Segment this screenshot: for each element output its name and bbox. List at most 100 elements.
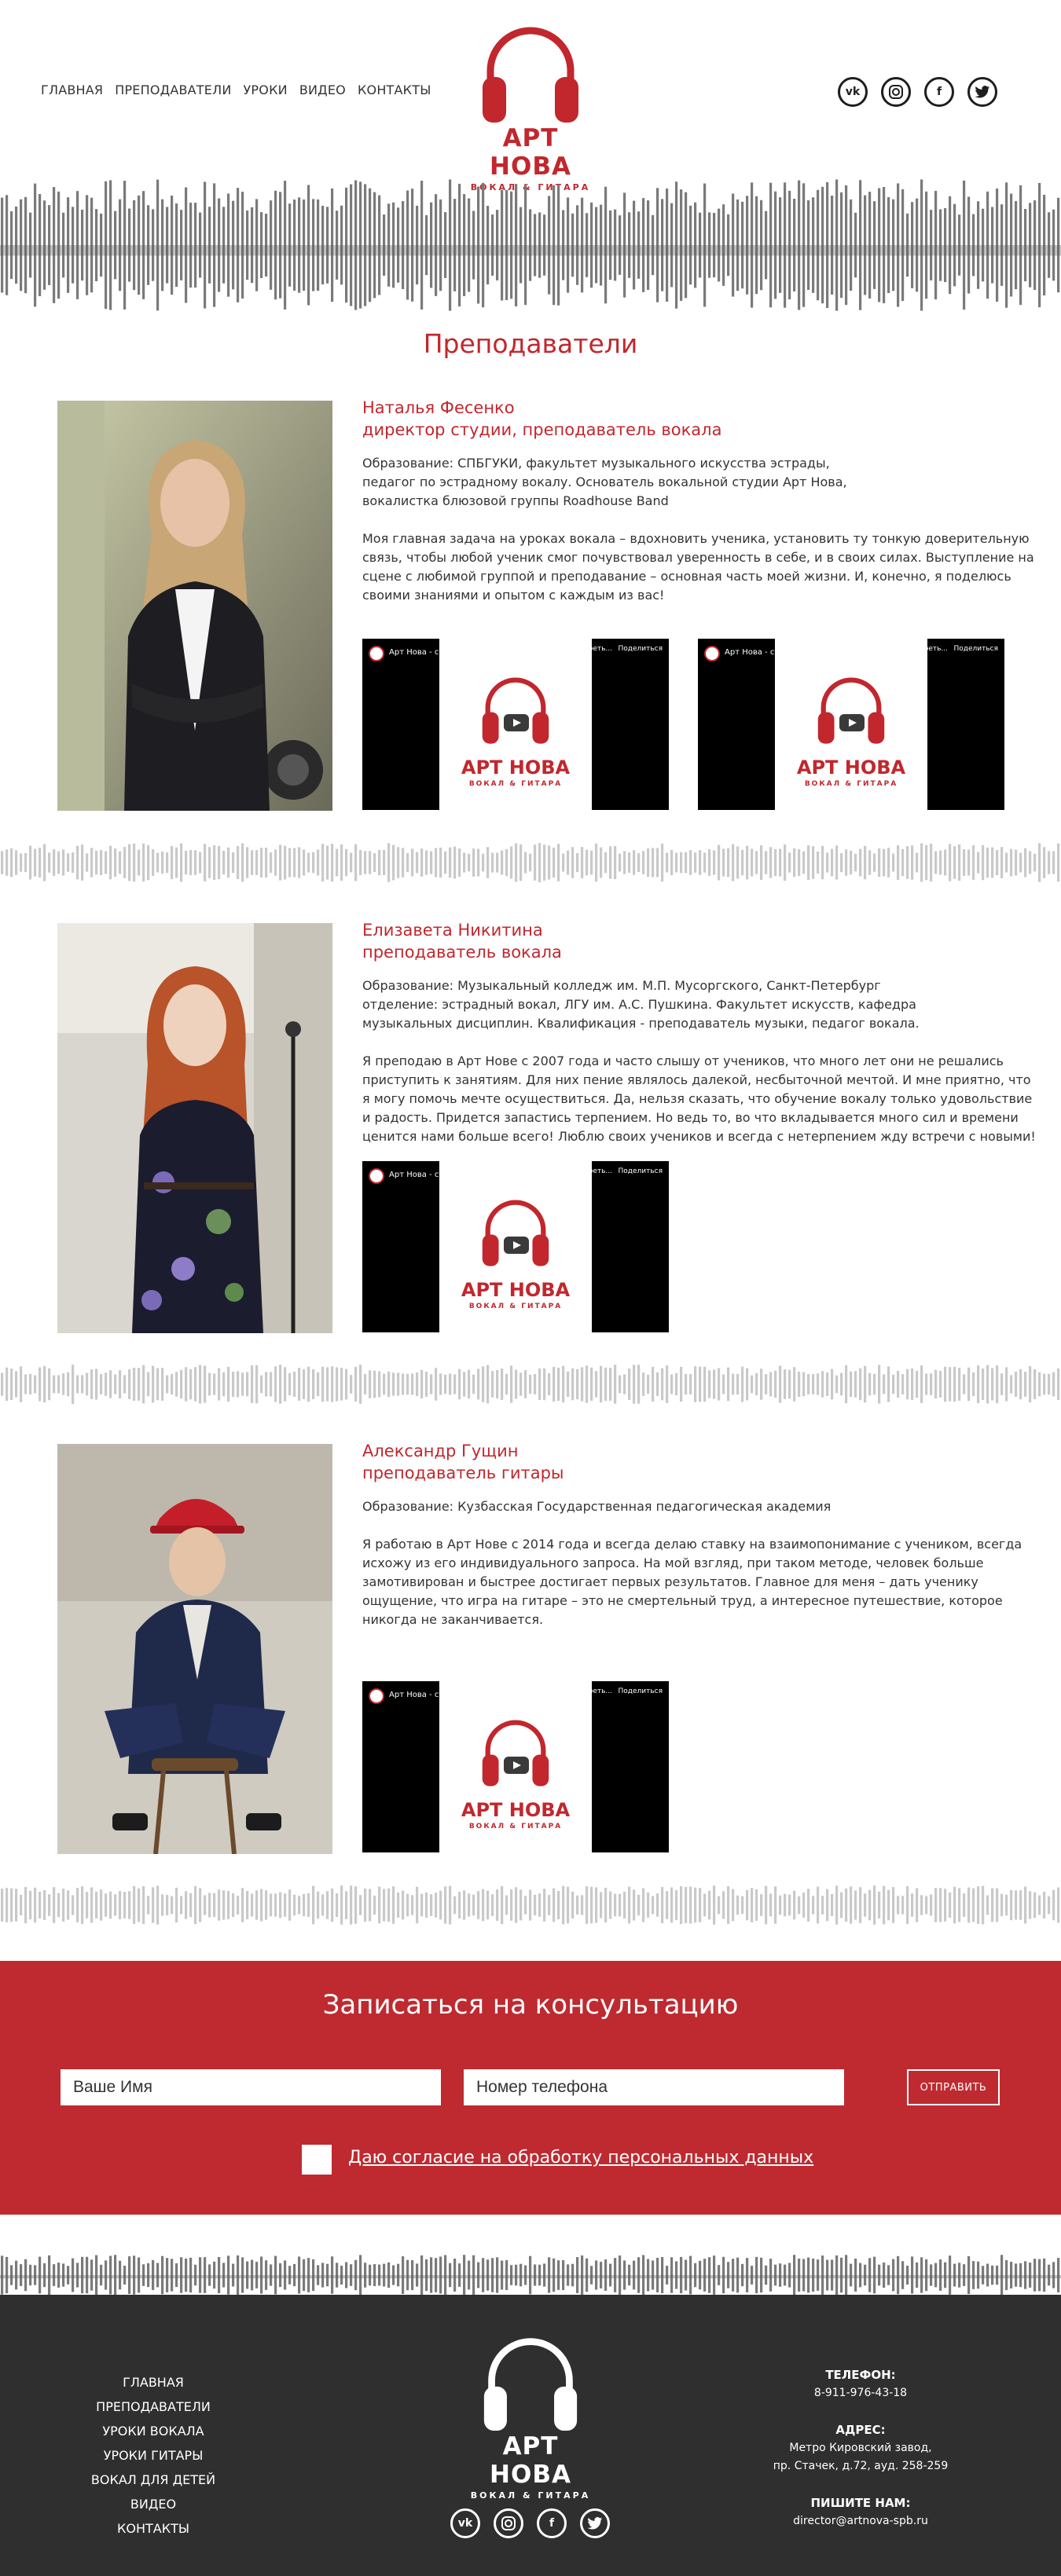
wave-bar: [326, 845, 329, 880]
footer-nav-home[interactable]: ГЛАВНАЯ: [71, 2370, 236, 2395]
wave-bar: [284, 1367, 287, 1402]
nav-item-teachers[interactable]: ПРЕПОДАВАТЕЛИ: [115, 82, 231, 97]
share-button[interactable]: Поделиться: [618, 645, 663, 653]
facebook-icon[interactable]: f: [924, 77, 954, 107]
video-logo-brand: АРТ НОВА: [461, 1279, 571, 1301]
wave-bar: [486, 1890, 490, 1920]
wave-bar: [633, 1889, 636, 1921]
wave-bar: [986, 1365, 989, 1404]
footer-nav-kids-vocal[interactable]: ВОКАЛ ДЛЯ ДЕТЕЙ: [71, 2468, 236, 2492]
wave-bar: [373, 1895, 376, 1915]
wave-bar: [906, 1885, 909, 1925]
footer-logo[interactable]: АРТ НОВА ВОКАЛ & ГИТАРА: [460, 2333, 601, 2501]
wave-bar: [208, 1893, 211, 1918]
email-link[interactable]: director@artnova-spb.ru: [747, 2512, 975, 2530]
wave-bar: [534, 845, 537, 881]
wave-bar: [133, 1368, 136, 1401]
watch-later-button[interactable]: Смотреть...: [570, 1687, 612, 1695]
footer-nav-contacts[interactable]: КОНТАКТЫ: [71, 2516, 236, 2541]
submit-button[interactable]: ОТПРАВИТЬ: [907, 2069, 1000, 2105]
wave-bar: [156, 1368, 160, 1401]
wave-bar: [524, 1896, 527, 1915]
teacher-about: Я работаю в Арт Нове с 2014 года и всегд…: [362, 1537, 1022, 1627]
nav-item-contacts[interactable]: КОНТАКТЫ: [358, 82, 431, 97]
wave-bar: [680, 1885, 683, 1925]
share-button[interactable]: Поделиться: [618, 1687, 663, 1695]
wave-bar: [916, 852, 919, 873]
wave-bar: [670, 1887, 674, 1923]
wave-bar: [72, 1365, 75, 1404]
wave-bar: [227, 1366, 230, 1402]
wave-bar: [963, 849, 966, 876]
footer-nav-vocal-lessons[interactable]: УРОКИ ВОКАЛА: [71, 2419, 236, 2443]
vk-icon[interactable]: vk: [838, 77, 868, 107]
play-button[interactable]: [504, 1237, 529, 1254]
wave-bar: [505, 1373, 508, 1395]
wave-bar: [897, 845, 900, 881]
play-button[interactable]: [504, 1757, 529, 1774]
nav-item-lessons[interactable]: УРОКИ: [243, 82, 287, 97]
nav-item-video[interactable]: ВИДЕО: [299, 82, 346, 97]
wave-bar: [142, 843, 145, 882]
share-button[interactable]: Поделиться: [618, 1167, 663, 1175]
wave-bar: [666, 1891, 669, 1919]
wave-bar: [930, 843, 933, 882]
wave-bar: [1029, 851, 1032, 874]
twitter-icon[interactable]: [580, 2508, 610, 2538]
facebook-icon[interactable]: f: [537, 2508, 567, 2538]
phone-number[interactable]: 8-911-976-43-18: [747, 2384, 975, 2402]
video-player[interactable]: Арт Нова - студия вокала и гитары Смотре…: [698, 639, 1004, 810]
wave-bar: [699, 1366, 702, 1402]
phone-input[interactable]: [464, 2069, 844, 2105]
wave-bar: [647, 848, 650, 878]
wave-bar: [463, 852, 466, 873]
wave-bar: [48, 1894, 51, 1916]
wave-bar: [161, 1368, 164, 1401]
wave-bar: [633, 850, 636, 875]
play-button[interactable]: [839, 714, 865, 731]
watch-later-button[interactable]: Смотреть...: [570, 645, 612, 653]
wave-bar: [420, 1893, 424, 1917]
instagram-icon[interactable]: [494, 2508, 523, 2538]
share-button[interactable]: Поделиться: [953, 645, 998, 653]
site-logo[interactable]: АРТ НОВА ВОКАЛ & ГИТАРА: [464, 22, 597, 192]
video-player[interactable]: Арт Нова - студия вокала и гитары Смотре…: [362, 639, 669, 810]
footer-nav-guitar-lessons[interactable]: УРОКИ ГИТАРЫ: [71, 2443, 236, 2468]
footer-nav-video[interactable]: ВИДЕО: [71, 2492, 236, 2516]
teacher-role: преподаватель вокала: [362, 943, 562, 962]
footer-nav-teachers[interactable]: ПРЕПОДАВАТЕЛИ: [71, 2395, 236, 2419]
twitter-icon[interactable]: [967, 77, 997, 107]
wave-bar: [482, 1366, 485, 1402]
instagram-icon[interactable]: [881, 77, 911, 107]
consent-link[interactable]: Даю согласие на обработку персональных д…: [348, 2148, 813, 2167]
wave-bar: [868, 1372, 872, 1396]
wave-bar: [468, 1893, 471, 1917]
wave-bar: [95, 850, 98, 875]
wave-bar: [435, 848, 438, 878]
consent-checkbox[interactable]: [302, 2145, 332, 2175]
wave-bar: [354, 1366, 358, 1402]
wave-bar: [972, 1372, 975, 1397]
wave-bar: [312, 1369, 315, 1399]
wave-bar: [774, 848, 777, 877]
watch-later-button[interactable]: Смотреть...: [905, 645, 948, 653]
wave-bar: [1048, 1373, 1051, 1395]
name-input[interactable]: [61, 2069, 441, 2105]
play-button[interactable]: [504, 714, 529, 731]
watch-later-button[interactable]: Смотреть...: [570, 1167, 612, 1175]
wave-bar: [81, 845, 84, 881]
video-player[interactable]: Арт Нова - студия вокала и гитары Смотре…: [362, 1161, 669, 1332]
wave-bar: [949, 1367, 952, 1402]
wave-bar: [114, 1894, 117, 1916]
wave-bar: [491, 1371, 494, 1398]
wave-bar: [850, 850, 853, 875]
wave-bar: [741, 1896, 744, 1915]
vk-icon[interactable]: vk: [450, 2508, 480, 2538]
wave-bar: [189, 1893, 193, 1918]
nav-item-home[interactable]: ГЛАВНАЯ: [41, 82, 103, 97]
wave-bar: [284, 845, 287, 880]
video-player[interactable]: Арт Нова - студия вокала и гитары Смотре…: [362, 1681, 669, 1852]
wave-bar: [835, 1375, 839, 1394]
wave-bar: [586, 1365, 589, 1403]
wave-bar: [661, 1886, 664, 1924]
